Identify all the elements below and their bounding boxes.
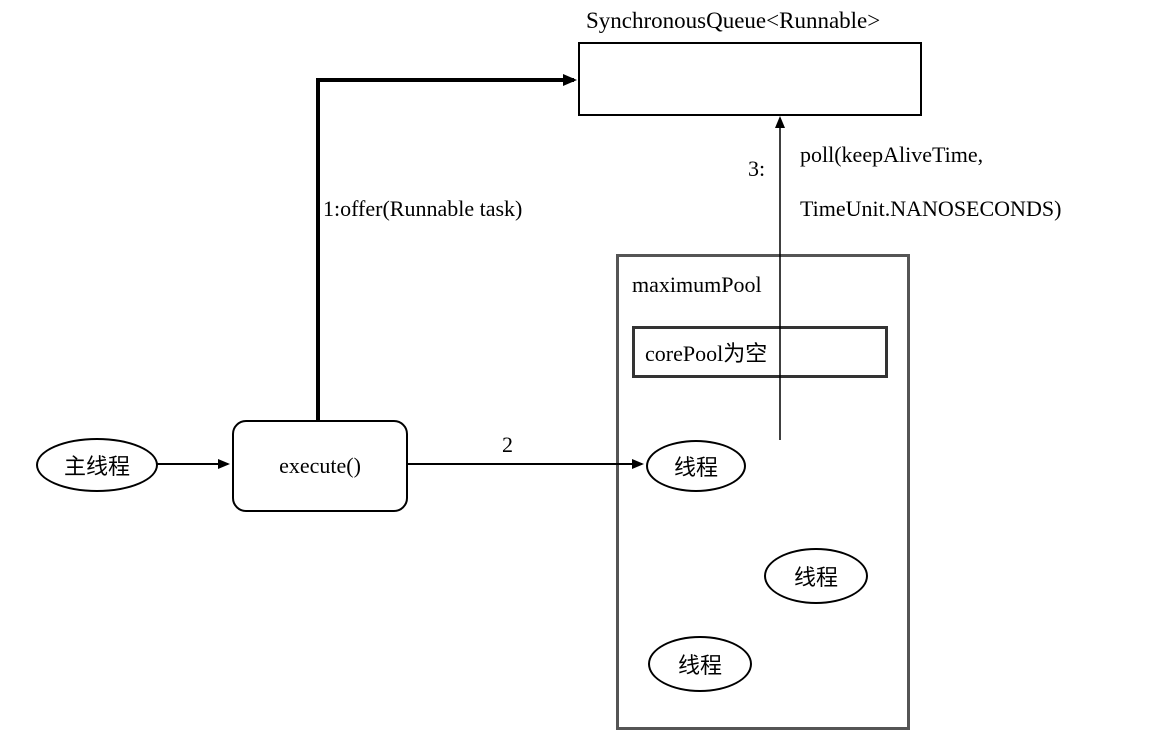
thread1-label: 线程 [674,450,718,482]
edge2-label: 2 [502,432,513,458]
execute-label: execute() [279,453,361,479]
core-pool-box: corePool为空 [632,326,888,378]
edge3-num: 3: [748,156,765,182]
execute-node: execute() [232,420,408,512]
core-pool-label: corePool为空 [645,336,767,368]
thread2-label: 线程 [794,560,838,592]
edge3-line1: poll(keepAliveTime, [800,142,983,168]
thread-node-2: 线程 [764,548,868,604]
thread-node-3: 线程 [648,636,752,692]
edge3-line2: TimeUnit.NANOSECONDS) [800,196,1061,222]
queue-title: SynchronousQueue<Runnable> [586,8,880,34]
queue-box [578,42,922,116]
edge1-label: 1:offer(Runnable task) [323,196,522,222]
main-thread-node: 主线程 [36,438,158,492]
thread3-label: 线程 [678,648,722,680]
thread-node-1: 线程 [646,440,746,492]
maximum-pool-label: maximumPool [632,272,762,298]
main-thread-label: 主线程 [64,449,130,481]
